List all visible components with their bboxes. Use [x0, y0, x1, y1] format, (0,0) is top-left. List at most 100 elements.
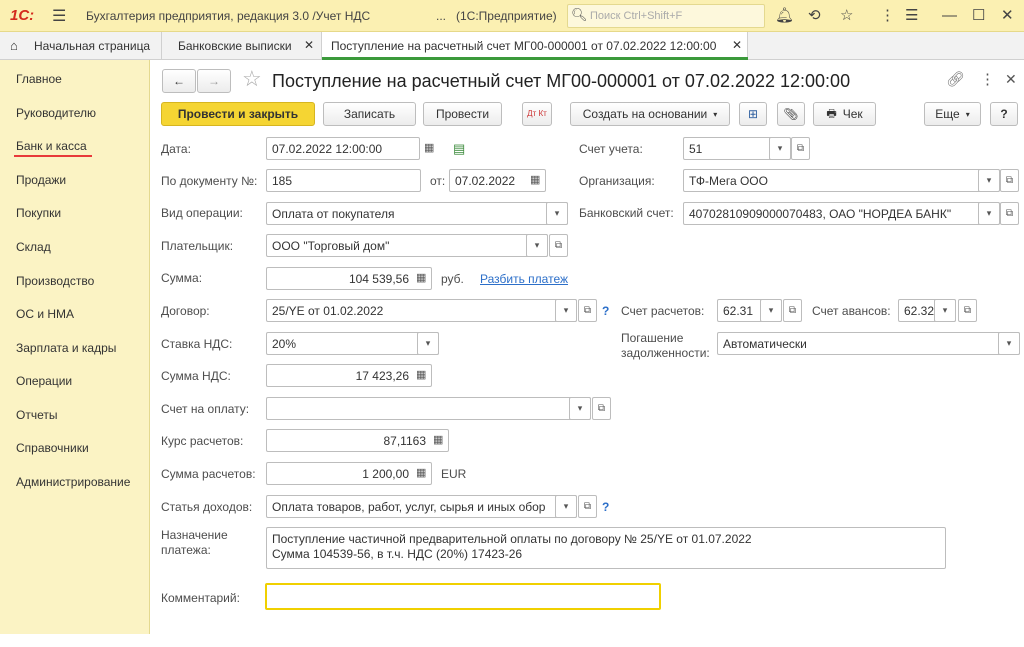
contract-field[interactable]: 25/YE от 01.02.2022 [266, 299, 577, 322]
global-search[interactable]: 🔍︎ Поиск Ctrl+Shift+F [567, 4, 765, 28]
rate-field[interactable]: 87,1163 [266, 429, 449, 452]
calculator-icon[interactable]: ▦ [433, 433, 443, 446]
sum-field[interactable]: 104 539,56 [266, 267, 432, 290]
split-payment-link[interactable]: Разбить платеж [480, 272, 568, 286]
contract-label: Договор: [161, 304, 210, 318]
org-field[interactable]: ТФ-Мега ООО [683, 169, 1000, 192]
repay-field[interactable]: Автоматически [717, 332, 1020, 355]
sidebar-item-warehouse[interactable]: Склад [16, 240, 51, 254]
sidebar-item-purchases[interactable]: Покупки [16, 206, 61, 220]
app-logo[interactable]: 1С: [10, 7, 34, 24]
calculator-icon[interactable]: ▦ [416, 368, 426, 381]
sidebar-item-directories[interactable]: Справочники [16, 441, 89, 455]
dropdown-arrow-icon[interactable]: ▾ [569, 397, 591, 420]
tab-bank-statements[interactable]: Банковские выписки ✕ [162, 32, 322, 60]
doc-no-field[interactable]: 185 [266, 169, 421, 192]
open-icon[interactable]: ⧉ [791, 137, 810, 160]
dropdown-arrow-icon[interactable]: ▾ [546, 202, 568, 225]
doc-status-icon[interactable]: ▤ [453, 141, 465, 157]
bell-icon[interactable]: 🔔︎ [775, 0, 794, 32]
purpose-field[interactable]: Поступление частичной предварительной оп… [266, 527, 946, 569]
open-icon[interactable]: ⧉ [578, 299, 597, 322]
dropdown-arrow-icon[interactable]: ▾ [760, 299, 782, 322]
close-window-icon[interactable]: ✕ [1001, 0, 1014, 32]
attach-button[interactable]: 📎︎ [777, 102, 805, 126]
post-button[interactable]: Провести [423, 102, 502, 126]
sidebar-item-payroll[interactable]: Зарплата и кадры [16, 341, 116, 355]
sidebar-item-manager[interactable]: Руководителю [16, 106, 96, 120]
history-icon[interactable]: ⟲ [808, 0, 821, 32]
minimize-icon[interactable]: — [942, 0, 957, 32]
date-field[interactable]: 07.02.2022 12:00:00 [266, 137, 420, 160]
bank-acc-field[interactable]: 40702810909000070483, ОАО "НОРДЕА БАНК" [683, 202, 1000, 225]
income-item-field[interactable]: Оплата товаров, работ, услуг, сырья и ин… [266, 495, 577, 518]
sidebar-item-operations[interactable]: Операции [16, 374, 72, 388]
sidebar-item-sales[interactable]: Продажи [16, 173, 66, 187]
vat-sum-field[interactable]: 17 423,26 [266, 364, 432, 387]
favorite-star-icon[interactable]: ☆ [242, 66, 262, 92]
link-icon[interactable]: 🔗︎ [946, 70, 965, 88]
purpose-line-1: Поступление частичной предварительной оп… [272, 532, 752, 546]
sidebar-item-bank[interactable]: Банк и касса [16, 139, 87, 153]
tab-receipt-label: Поступление на расчетный счет МГ00-00000… [331, 39, 717, 53]
settings-menu-icon[interactable]: ☰ [905, 0, 918, 32]
more-dots-icon[interactable]: ⋮ [980, 70, 995, 88]
dropdown-arrow-icon[interactable]: ▾ [934, 299, 956, 322]
open-icon[interactable]: ⧉ [578, 495, 597, 518]
close-tab-icon[interactable]: ✕ [304, 38, 314, 52]
dropdown-arrow-icon[interactable]: ▾ [526, 234, 548, 257]
currency-label: руб. [441, 272, 464, 286]
dropdown-arrow-icon[interactable]: ▾ [417, 332, 439, 355]
calendar-icon[interactable]: ▦ [424, 141, 434, 154]
dropdown-arrow-icon[interactable]: ▾ [998, 332, 1020, 355]
comment-field[interactable] [265, 583, 661, 610]
title-ellipsis: ... [436, 9, 447, 23]
open-icon[interactable]: ⧉ [783, 299, 802, 322]
create-based-on-button[interactable]: Создать на основании ▾ [570, 102, 730, 126]
structure-button[interactable]: ⊞ [739, 102, 767, 126]
dropdown-arrow-icon[interactable]: ▾ [978, 202, 1000, 225]
sidebar-item-reports[interactable]: Отчеты [16, 408, 57, 422]
open-icon[interactable]: ⧉ [1000, 202, 1019, 225]
post-and-close-button[interactable]: Провести и закрыть [161, 102, 315, 126]
calendar-icon[interactable]: ▦ [530, 173, 540, 186]
star-icon[interactable]: ☆ [840, 0, 853, 32]
invoice-field[interactable] [266, 397, 591, 420]
more-button[interactable]: Еще ▾ [924, 102, 981, 126]
help-question-icon[interactable]: ? [602, 500, 609, 514]
close-form-icon[interactable]: ✕ [1005, 71, 1017, 88]
sidebar-item-production[interactable]: Производство [16, 274, 94, 288]
purpose-line-2: Сумма 104539-56, в т.ч. НДС (20%) 17423-… [272, 547, 523, 561]
dropdown-arrow-icon[interactable]: ▾ [555, 299, 577, 322]
org-label: Организация: [579, 174, 655, 188]
maximize-icon[interactable]: ☐ [972, 0, 985, 32]
help-question-icon[interactable]: ? [602, 304, 609, 318]
dropdown-arrow-icon[interactable]: ▾ [555, 495, 577, 518]
sidebar-item-admin[interactable]: Администрирование [16, 475, 130, 489]
save-button[interactable]: Записать [323, 102, 416, 126]
close-tab-icon[interactable]: ✕ [732, 38, 742, 52]
open-icon[interactable]: ⧉ [958, 299, 977, 322]
calculator-icon[interactable]: ▦ [416, 466, 426, 479]
receipt-button[interactable]: 🖶 Чек [813, 102, 876, 126]
sidebar-item-fixed-assets[interactable]: ОС и НМА [16, 307, 74, 321]
calculator-icon[interactable]: ▦ [416, 271, 426, 284]
vat-rate-field[interactable]: 20% [266, 332, 439, 355]
op-type-field[interactable]: Оплата от покупателя [266, 202, 568, 225]
menu-icon[interactable]: ☰ [52, 6, 66, 26]
open-icon[interactable]: ⧉ [592, 397, 611, 420]
dropdown-arrow-icon[interactable]: ▾ [978, 169, 1000, 192]
back-button[interactable]: ← [162, 69, 196, 93]
tab-home[interactable]: ⌂ Начальная страница [0, 32, 162, 60]
help-button[interactable]: ? [990, 102, 1018, 126]
payer-field[interactable]: ООО "Торговый дом" [266, 234, 548, 257]
tab-receipt[interactable]: Поступление на расчетный счет МГ00-00000… [322, 32, 748, 60]
forward-button[interactable]: → [197, 69, 231, 93]
dtkt-button[interactable]: Дт Кт [522, 102, 552, 126]
open-icon[interactable]: ⧉ [1000, 169, 1019, 192]
settle-sum-field[interactable]: 1 200,00 [266, 462, 432, 485]
dropdown-arrow-icon[interactable]: ▾ [769, 137, 791, 160]
sidebar-item-main[interactable]: Главное [16, 72, 62, 86]
more-dots-icon[interactable]: ⋮ [880, 0, 895, 32]
open-icon[interactable]: ⧉ [549, 234, 568, 257]
